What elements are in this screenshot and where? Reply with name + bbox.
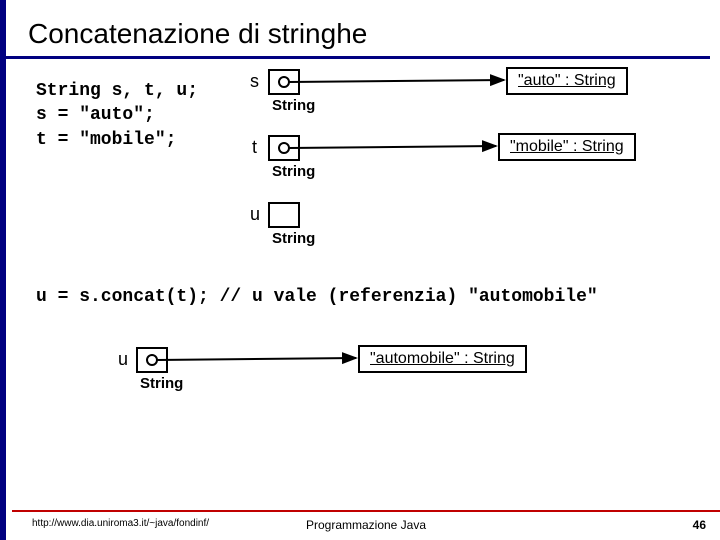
obj-t-box: "mobile" : String <box>498 133 636 161</box>
obj-s-box: "auto" : String <box>506 67 628 95</box>
slide-title: Concatenazione di stringhe <box>6 0 720 56</box>
obj-u-bottom-box: "automobile" : String <box>358 345 527 373</box>
var-u-bottom-label: u <box>118 349 128 370</box>
var-t-box <box>268 135 300 161</box>
var-u-bottom-box <box>136 347 168 373</box>
var-t-type: String <box>272 163 315 180</box>
footer-title: Programmazione Java <box>12 518 720 532</box>
var-s-label: s <box>250 71 259 92</box>
var-s-type: String <box>272 97 315 114</box>
footer: http://www.dia.uniroma3.it/~java/fondinf… <box>12 510 720 540</box>
var-u-top-label: u <box>250 204 260 225</box>
slide-content: String s, t, u; s = "auto"; t = "mobile"… <box>6 59 720 489</box>
page-number: 46 <box>693 518 706 532</box>
var-s-box <box>268 69 300 95</box>
var-u-top-box <box>268 202 300 228</box>
var-u-top-type: String <box>272 230 315 247</box>
var-u-bottom-type: String <box>140 375 183 392</box>
var-t-label: t <box>252 137 257 158</box>
code-concat: u = s.concat(t); // u vale (referenzia) … <box>36 287 598 307</box>
